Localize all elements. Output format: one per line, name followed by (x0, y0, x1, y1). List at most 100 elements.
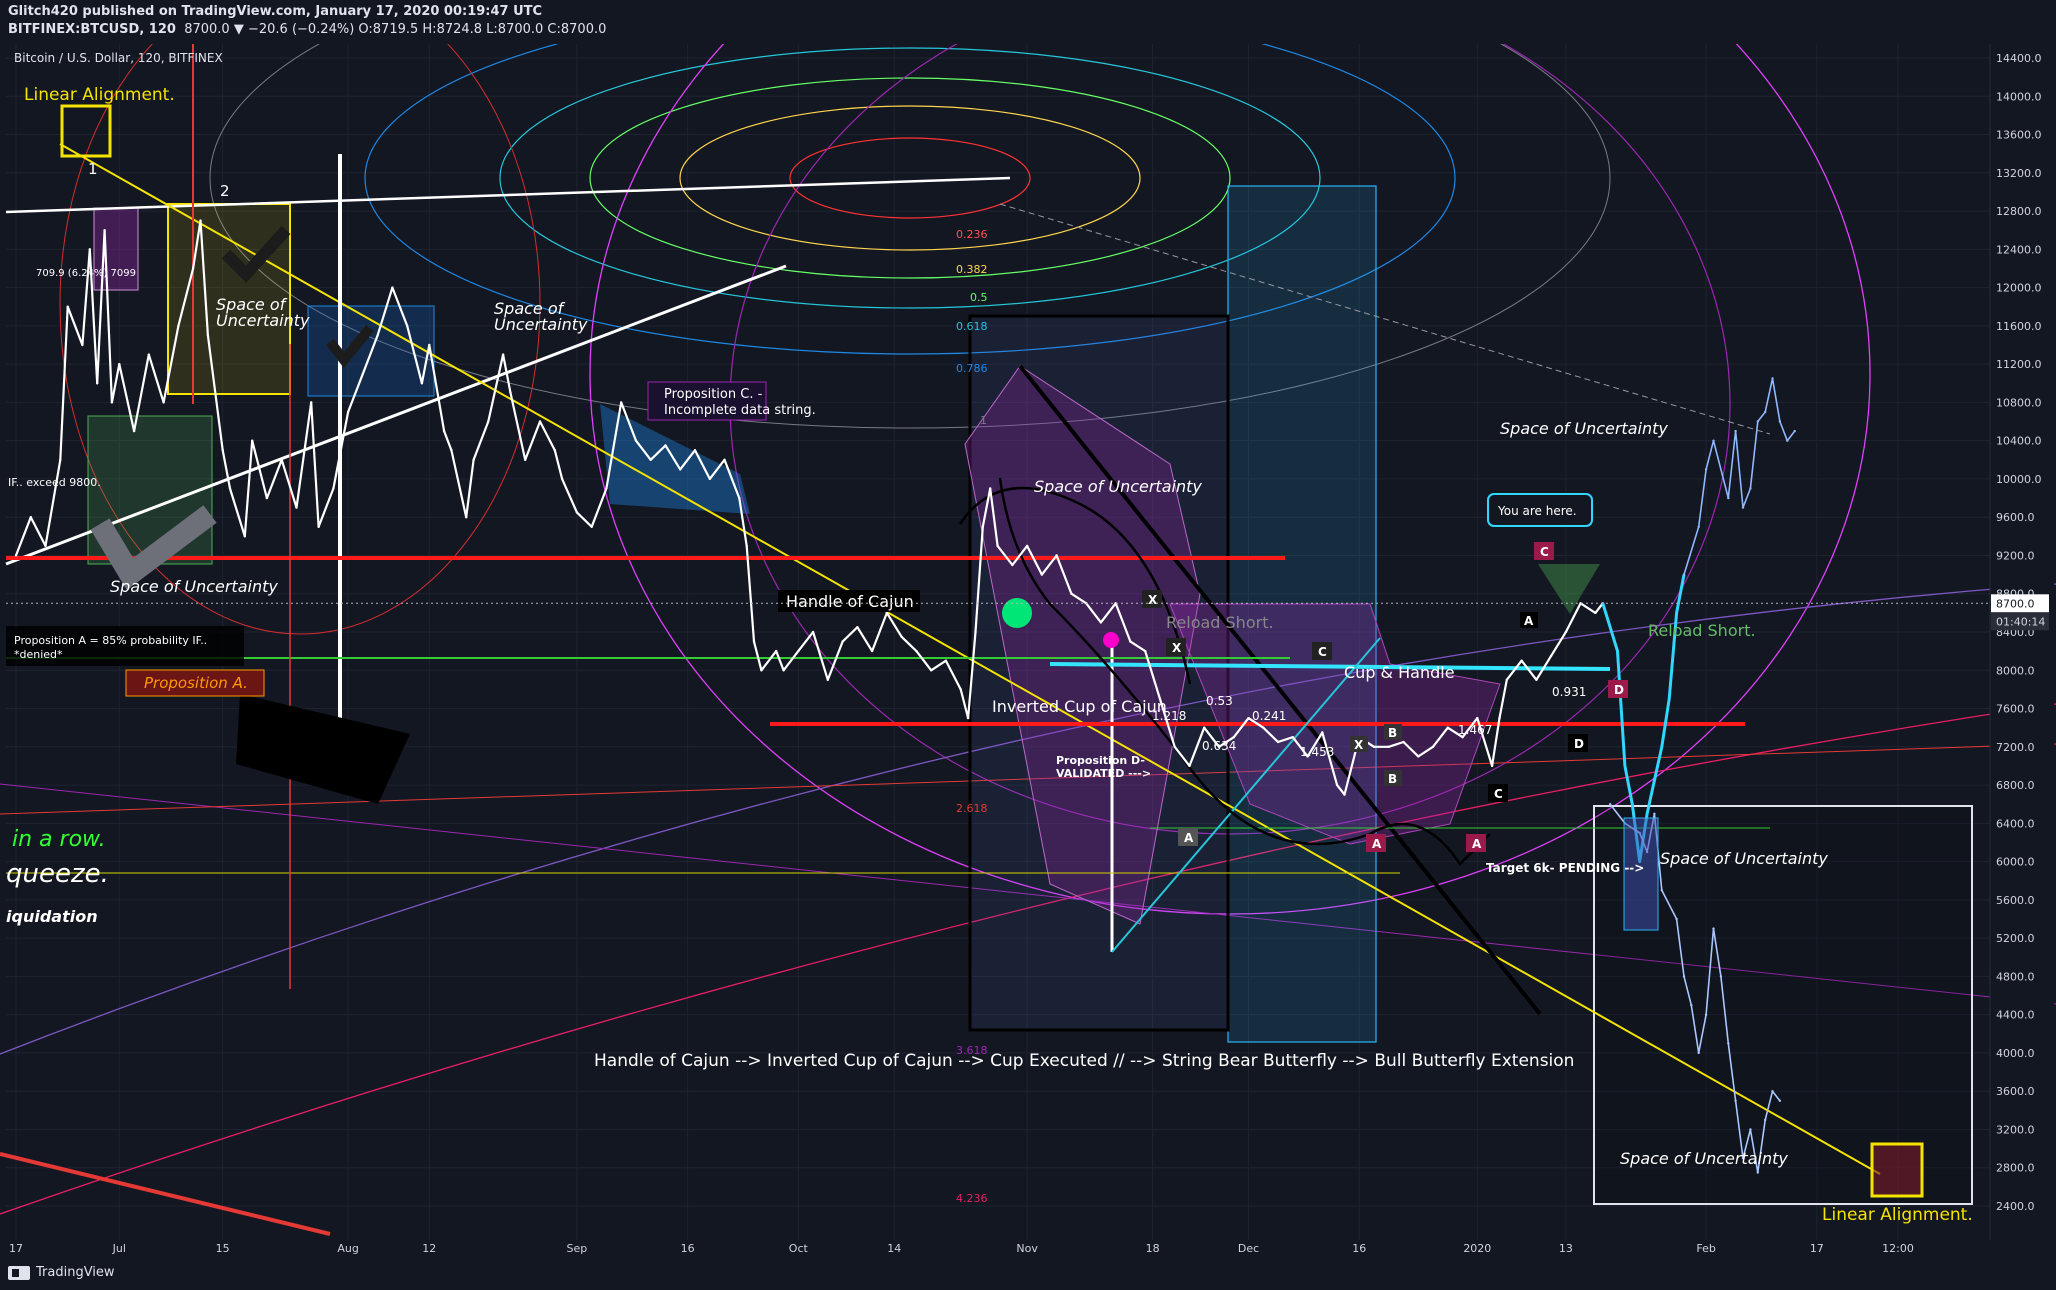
x-tick-label: Aug (337, 1242, 358, 1255)
series-point (103, 229, 106, 232)
series-point (590, 525, 593, 528)
series-point (81, 343, 84, 347)
y-tick-label: 10400.0 (1996, 435, 2042, 448)
label-1: 1 (88, 160, 98, 178)
series-point (1476, 716, 1479, 720)
series-point (826, 678, 829, 681)
series-point (1055, 554, 1058, 557)
series-point (1727, 1042, 1730, 1045)
series-point (1387, 745, 1391, 748)
series-point (132, 429, 136, 433)
linear-alignment-bottom: Linear Alignment. (1822, 1205, 1973, 1225)
series-point (708, 477, 711, 481)
prop-a-label: Proposition A. (144, 674, 248, 692)
series-point (465, 516, 468, 519)
series-point (1616, 649, 1619, 653)
series-point (605, 487, 608, 490)
box-linear-bottom (1870, 1142, 1924, 1198)
series-point (332, 487, 335, 490)
series-point (1609, 803, 1612, 806)
y-tick-label: 4800.0 (1996, 970, 2035, 983)
series-point (1343, 793, 1346, 796)
fib-0618: 0.618 (956, 320, 988, 333)
ratio-1467: 1.467 (1458, 723, 1492, 737)
x-tick-label: 12 (422, 1242, 436, 1255)
symbol-line: BITFINEX:BTCUSD, 120 8700.0 ▼ −20.6 (−0.… (8, 22, 606, 37)
y-tick-label: 5600.0 (1996, 894, 2035, 907)
series-point (1144, 649, 1147, 653)
series-point (1756, 420, 1760, 423)
y-tick-label: 2800.0 (1996, 1162, 2035, 1175)
ratio-0931: 0.931 (1552, 685, 1586, 699)
symbol-text: BITFINEX:BTCUSD, 120 (8, 22, 176, 37)
series-point (1697, 525, 1700, 528)
series-point (856, 626, 859, 629)
series-point (177, 324, 180, 328)
label-2: 2 (220, 182, 230, 200)
prop-a-line2: *denied* (14, 648, 63, 661)
series-point (1749, 1128, 1752, 1131)
series-point (679, 468, 682, 471)
countdown-label: 01:40:14 (1996, 615, 2045, 628)
series-point (1704, 1013, 1708, 1016)
x-tick-label: Jul (112, 1242, 126, 1255)
y-tick-label: 6000.0 (1996, 856, 2035, 869)
y-tick-label: 14400.0 (1996, 52, 2042, 65)
handle-cajun-text: Handle of Cajun (786, 592, 914, 611)
target-6k-text: Target 6k- PENDING --> (1486, 861, 1644, 875)
space-uncertainty-6: Space of Uncertainty (1660, 849, 1828, 868)
series-point (664, 444, 667, 447)
y-axis[interactable]: 2400.0 2800.0 3200.0 3600.0 4000.0 4400.0 4800… (1989, 44, 2054, 1256)
series-point (1372, 745, 1376, 748)
space-uncertainty-7: Space of Uncertainty (1620, 1149, 1788, 1168)
series-point (782, 669, 785, 672)
y-tick-label: 7600.0 (1996, 703, 2035, 716)
y-tick-label: 13600.0 (1996, 129, 2042, 142)
series-point (1623, 764, 1627, 768)
series-point (1793, 429, 1796, 433)
prop-a-line1: Proposition A = 85% probability IF.. (14, 634, 207, 647)
if-exceed-text: IF.. exceed 9800. (8, 476, 101, 489)
space-uncertainty-1: Space of Uncertainty (110, 577, 278, 596)
tradingview-brand[interactable]: TradingView (8, 1265, 115, 1280)
price-chart[interactable]: Bitcoin / U.S. Dollar, 120, BITFINEX Lin… (0, 44, 2056, 1256)
prop-d-line1: Proposition D- (1056, 754, 1145, 767)
series-point (1734, 429, 1737, 433)
series-point (361, 372, 365, 375)
series-point (251, 439, 254, 442)
series-point (206, 334, 210, 337)
fib-3618: 3.618 (956, 1044, 988, 1057)
x-tick-label: 2020 (1463, 1242, 1491, 1255)
series-point (1011, 563, 1014, 567)
series-point (981, 525, 984, 528)
x-tick-label: Sep (567, 1242, 588, 1255)
series-point (1712, 927, 1715, 930)
series-point (1188, 764, 1191, 768)
reload-short-2: Reload Short. (1648, 621, 1756, 640)
in-a-row-text: in a row. (12, 827, 106, 852)
tradingview-logo-icon (8, 1265, 30, 1280)
pt-d1: D (1574, 737, 1584, 751)
series-point (1564, 630, 1568, 634)
ratio-0241: 0.241 (1252, 709, 1286, 723)
series-point (1668, 697, 1671, 701)
fib-0382: 0.382 (956, 263, 988, 276)
y-tick-label: 4400.0 (1996, 1009, 2035, 1022)
series-point (1660, 745, 1664, 748)
ohlc-text: 8700.0 ▼ −20.6 (−0.24%) O:8719.5 H:8724.… (184, 22, 607, 37)
series-point (1594, 611, 1597, 615)
series-point (442, 429, 446, 433)
series-point (560, 477, 564, 481)
x-axis[interactable]: 17 Jul 15 Aug 12 Sep 16 Oct 14 Nov 18 Dec 16 2020 13 Fe… (0, 1240, 2056, 1256)
y-tick-label: 10800.0 (1996, 396, 2042, 409)
inverted-cup-text: Inverted Cup of Cajun (992, 697, 1167, 716)
y-tick-label: 6400.0 (1996, 817, 2035, 830)
series-point (243, 535, 246, 538)
last-price-label: 8700.0 (1996, 597, 2035, 610)
series-point (1778, 420, 1782, 423)
series-point (420, 382, 424, 385)
series-point (88, 248, 92, 251)
series-point (147, 353, 150, 356)
x-tick-label: 17 (9, 1242, 23, 1255)
series-point (96, 382, 99, 385)
